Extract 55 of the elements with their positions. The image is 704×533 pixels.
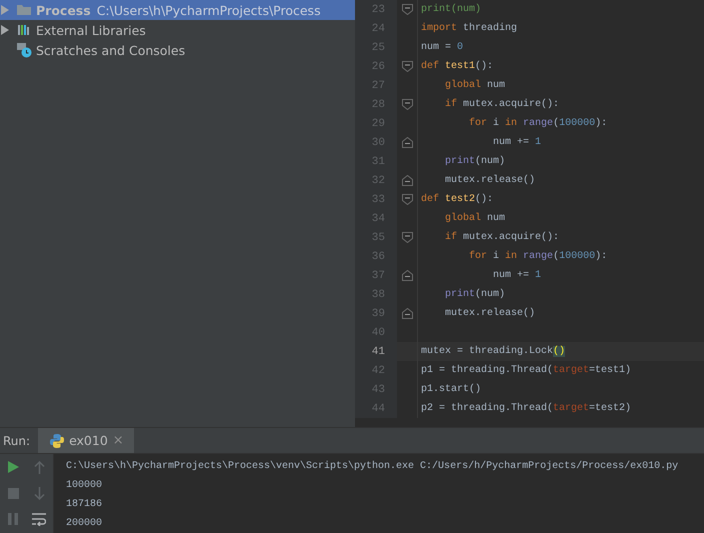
- fold-marker-icon[interactable]: [402, 61, 412, 72]
- fold-marker-icon[interactable]: [402, 4, 412, 15]
- tree-item[interactable]: External Libraries: [0, 20, 355, 40]
- tree-item[interactable]: Process C:\Users\h\PycharmProjects\Process: [0, 0, 355, 20]
- close-icon[interactable]: ×: [112, 433, 124, 448]
- pause-icon: [8, 513, 18, 525]
- run-icon: [7, 461, 19, 473]
- project-path: C:\Users\h\PycharmProjects\Process: [96, 2, 321, 18]
- folder-icon: [16, 2, 32, 18]
- code-line: p1.start(): [421, 384, 482, 395]
- console-line: C:\Users\h\PycharmProjects\Process\venv\Scripts\python.exe C:/Users/h/PycharmProjects/Process/ex010.py: [66, 460, 680, 474]
- code-line: print(num): [421, 4, 482, 15]
- tree-item-label: External Libraries: [36, 22, 146, 38]
- fold-marker-icon[interactable]: [402, 137, 412, 148]
- code-line: def test2():: [421, 194, 494, 205]
- up-arrow-icon: [34, 460, 44, 474]
- fold-marker-icon[interactable]: [402, 308, 412, 319]
- console-line: 187186: [66, 498, 104, 512]
- down-arrow-icon: [34, 486, 44, 500]
- fold-marker-icon[interactable]: [402, 99, 412, 110]
- code-line: for i in range(100000):: [468, 251, 608, 262]
- tab-label: ex010: [69, 433, 108, 448]
- console-clock-icon: [16, 42, 32, 58]
- console-line: 200000: [66, 517, 104, 531]
- code-line: global num: [444, 80, 506, 91]
- soft-wrap-icon: [32, 512, 46, 526]
- python-icon: [50, 434, 64, 448]
- code-line: p2 = threading.Thread(target=test2): [421, 403, 632, 414]
- tree-item[interactable]: Scratches and Consoles: [0, 40, 355, 60]
- code-line: p1 = threading.Thread(target=test1): [421, 365, 632, 376]
- fold-marker-icon[interactable]: [402, 194, 412, 205]
- fold-marker-icon[interactable]: [402, 232, 412, 243]
- fold-marker-icon[interactable]: [402, 175, 412, 186]
- code-line: num += 1: [492, 137, 542, 148]
- code-line: mutex.release(): [444, 175, 536, 186]
- tree-item-label: Process: [36, 2, 91, 18]
- run-title: Run:: [2, 432, 32, 450]
- code-line: mutex = threading.Lock(): [421, 346, 566, 357]
- code-line: if mutex.acquire():: [444, 232, 560, 243]
- code-line: num = 0: [421, 42, 464, 53]
- code-line: if mutex.acquire():: [444, 99, 560, 110]
- code-line: num += 1: [492, 270, 542, 281]
- tree-item-label: Scratches and Consoles: [36, 42, 186, 58]
- code-line: print(num): [444, 156, 506, 167]
- code-line: print(num): [444, 289, 506, 300]
- code-line: import threading: [421, 23, 518, 34]
- libraries-icon: [16, 22, 32, 38]
- code-line: mutex.release(): [444, 308, 536, 319]
- stop-icon: [8, 488, 18, 498]
- code-line: for i in range(100000):: [468, 118, 608, 129]
- code-line: global num: [444, 213, 506, 224]
- run-tab[interactable]: ex010 ×: [38, 428, 134, 453]
- code-line: def test1():: [421, 61, 494, 72]
- console-line: 100000: [66, 479, 104, 493]
- fold-marker-icon[interactable]: [402, 270, 412, 281]
